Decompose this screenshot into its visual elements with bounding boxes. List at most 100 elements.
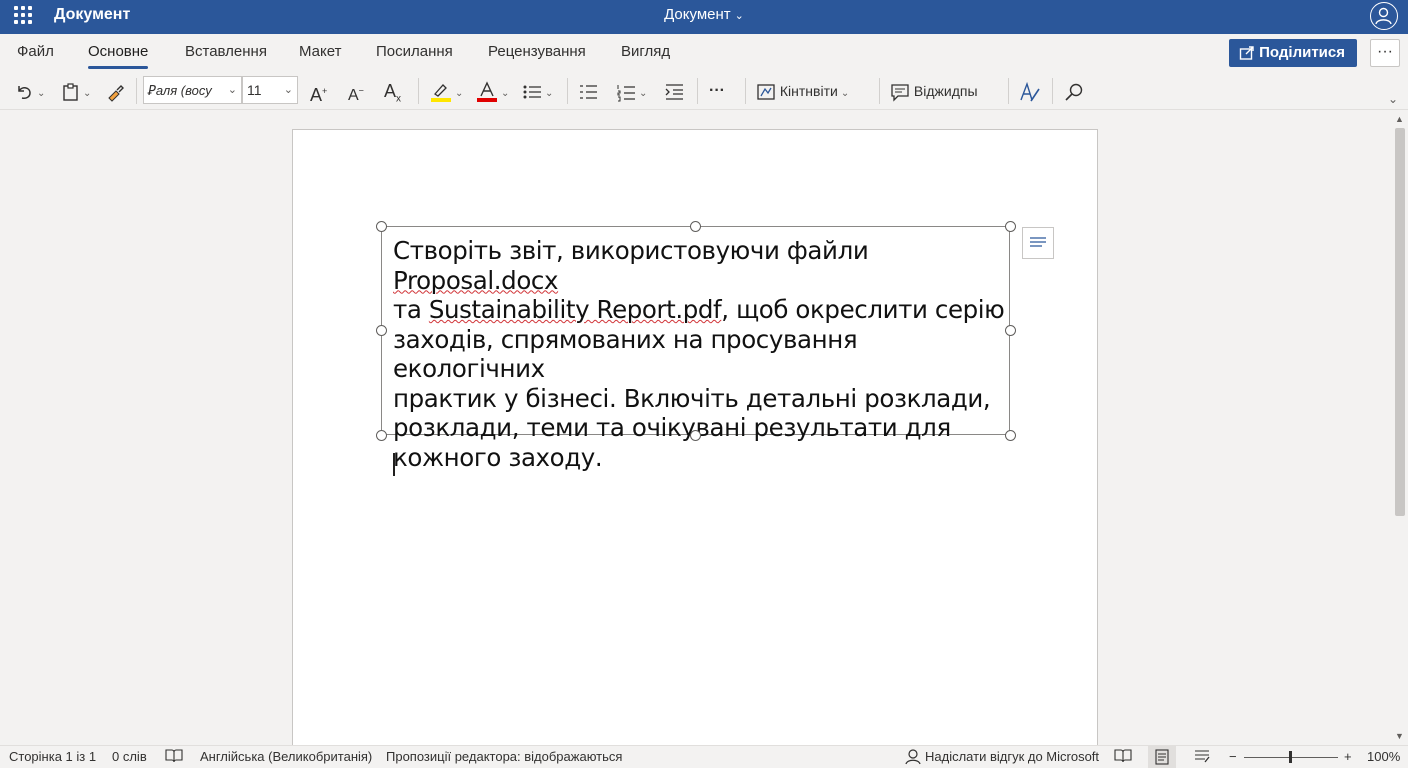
text-line: заходів, спрямованих на просування еколо… [393,324,858,384]
document-title[interactable]: Документ ⌄ [0,6,1408,23]
paste-button[interactable]: ⌄ [62,78,96,104]
resize-handle-top-right[interactable] [1005,221,1016,232]
numbered-list-icon [617,85,635,102]
styles-icon [757,84,775,100]
resize-handle-top[interactable] [690,221,701,232]
indent-icon [665,84,683,100]
font-color-icon [477,81,497,103]
tab-review[interactable]: Рецензування [488,43,586,60]
chevron-down-icon[interactable]: ⌄ [83,88,91,99]
bullets-button[interactable]: ⌄ [522,78,558,104]
shrink-font-icon: A− [348,86,364,105]
text-cursor [393,453,395,476]
highlighter-icon [431,84,451,103]
tab-layout[interactable]: Макет [299,43,341,60]
chevron-down-icon[interactable]: ⌄ [545,88,553,99]
document-title-label[interactable]: Документ [664,6,731,23]
font-color-button[interactable]: ⌄ [476,78,512,104]
scroll-down-icon[interactable]: ▼ [1395,731,1404,741]
status-bar: Сторінка 1 із 1 0 слів Англійська (Велик… [0,745,1408,768]
comments-label: Віджидпы [913,83,978,99]
chevron-down-icon[interactable]: ⌄ [455,88,463,99]
tab-view[interactable]: Вигляд [621,43,670,60]
clear-formatting-button[interactable]: Ax [384,78,408,105]
numbering-button[interactable]: ⌄ [616,78,652,104]
resize-handle-left[interactable] [376,325,387,336]
page-count[interactable]: Сторінка 1 із 1 [9,749,96,764]
resize-handle-bottom-left[interactable] [376,430,387,441]
spelling-flagged-word: Proposal.docx [393,265,559,295]
chevron-down-icon[interactable]: ⌄ [37,88,45,99]
book-icon[interactable] [165,748,183,767]
zoom-out-button[interactable]: − [1229,749,1237,764]
format-painter-button[interactable] [106,78,128,104]
feedback-icon[interactable] [904,748,922,768]
editor-pen-icon [1020,82,1040,102]
layout-options-icon [1030,237,1046,247]
toolbar: ⌄ ⌄ Ꝑаля (восу ⌄ 11 ⌄ A+ A− Ax ⌄ ⌄ ⌄ ⌄ ·… [0,72,1408,110]
separator [697,78,698,104]
font-name-value: Ꝑаля (восу [148,83,212,98]
resize-handle-bottom-right[interactable] [1005,430,1016,441]
scrollbar-thumb[interactable] [1395,128,1405,516]
text-line: кожного заходу. [393,442,603,472]
vertical-scrollbar[interactable]: ▲ ▼ [1392,111,1408,745]
undo-button[interactable]: ⌄ [14,78,50,104]
chevron-down-icon[interactable]: ⌄ [841,88,849,99]
styles-button[interactable]: Кінтнвіти ⌄ [756,78,872,104]
account-icon[interactable] [1370,2,1398,30]
resize-handle-right[interactable] [1005,325,1016,336]
zoom-in-button[interactable]: + [1344,749,1352,764]
clipboard-icon [63,83,78,101]
read-mode-icon[interactable] [1114,748,1132,767]
share-button[interactable]: Поділитися [1229,39,1357,67]
layout-options-button[interactable] [1022,227,1054,259]
shrink-font-button[interactable]: A− [348,78,370,104]
font-size-box[interactable]: 11 ⌄ [242,76,298,104]
print-layout-button[interactable] [1148,746,1176,768]
tab-home[interactable]: Основне [88,43,149,69]
editor-suggestions-status[interactable]: Пропозиції редактора: відображаються [386,749,622,764]
tab-file[interactable]: Файл [17,43,54,60]
separator [1052,78,1053,104]
increase-indent-button[interactable] [664,78,686,104]
resize-handle-top-left[interactable] [376,221,387,232]
grow-font-button[interactable]: A+ [310,78,332,105]
web-layout-icon[interactable] [1193,748,1211,767]
separator [745,78,746,104]
tab-references[interactable]: Посилання [376,43,453,60]
zoom-slider-thumb[interactable] [1289,751,1292,763]
undo-icon [18,86,31,100]
collapse-ribbon-icon[interactable]: ⌄ [1388,86,1402,112]
language-status[interactable]: Англійська (Великобританія) [200,749,372,764]
title-bar: Документ Документ ⌄ [0,0,1408,34]
separator [567,78,568,104]
spelling-flagged-word: Sustainability Report.pdf [428,295,722,324]
format-painter-icon [108,85,124,103]
more-commands-button[interactable]: ··· [709,78,733,104]
zoom-level[interactable]: 100% [1367,749,1400,764]
font-name-box[interactable]: Ꝑаля (восу ⌄ [143,76,242,104]
feedback-link[interactable]: Надіслати відгук до Microsoft [925,749,1099,764]
more-options-button[interactable]: ··· [1370,39,1400,67]
text-line: та Sustainability Report.pdf, щоб окресл… [393,295,1005,325]
word-count[interactable]: 0 слів [112,749,147,764]
find-button[interactable] [1064,78,1086,104]
share-icon [1239,46,1254,60]
highlight-button[interactable]: ⌄ [430,78,466,104]
chevron-down-icon[interactable]: ⌄ [228,77,237,103]
separator [136,78,137,104]
comments-button[interactable]: Віджидпы [890,78,1000,104]
chevron-down-icon[interactable]: ⌄ [735,10,744,22]
text-line: практик у бізнесі. Включіть детальні роз… [393,383,991,413]
chevron-down-icon[interactable]: ⌄ [501,88,509,99]
resize-handle-bottom[interactable] [690,430,701,441]
scroll-up-icon[interactable]: ▲ [1395,114,1404,124]
chevron-down-icon[interactable]: ⌄ [284,77,293,103]
bullet-list-icon [523,85,541,99]
decrease-indent-button[interactable] [578,78,600,104]
editor-button[interactable] [1019,78,1043,104]
tab-insert[interactable]: Вставлення [185,43,267,60]
clear-formatting-icon: Ax [384,81,402,105]
chevron-down-icon[interactable]: ⌄ [639,88,647,99]
